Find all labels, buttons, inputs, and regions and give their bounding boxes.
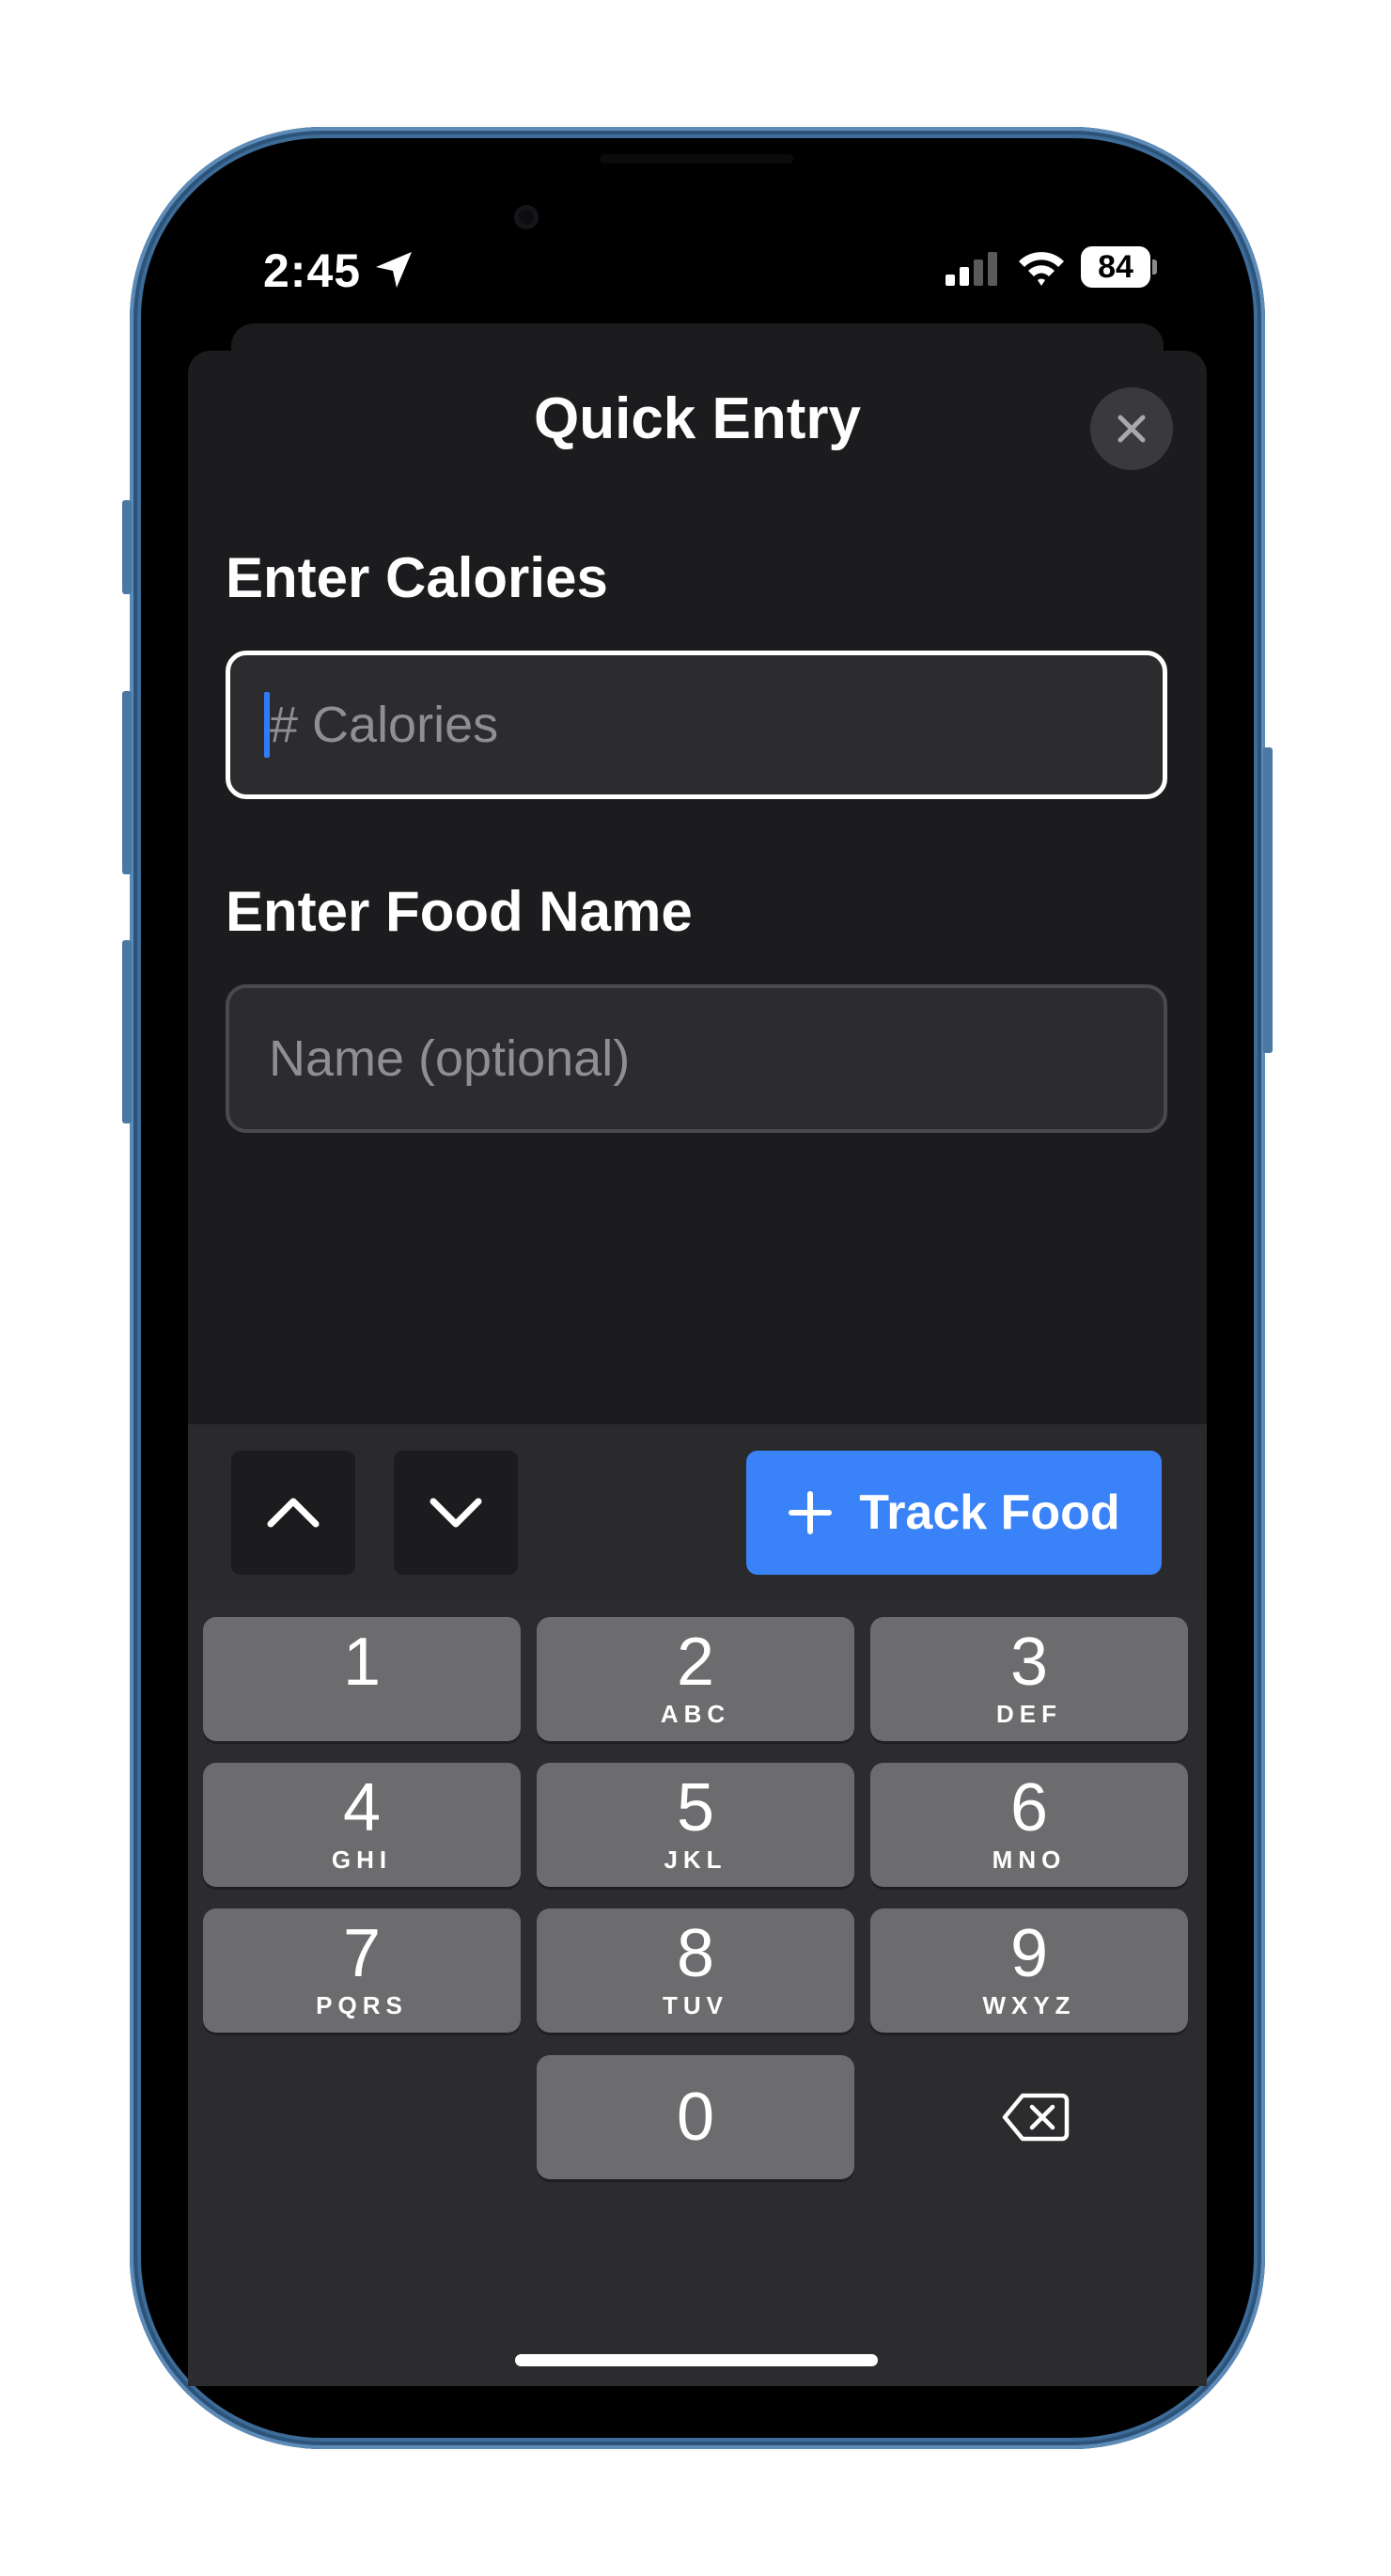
key-2[interactable]: 2 ABC: [537, 1617, 854, 1741]
key-digit: 7: [342, 1916, 382, 1991]
food-name-label: Enter Food Name: [226, 880, 693, 943]
track-food-label: Track Food: [859, 1485, 1120, 1540]
key-1[interactable]: 1: [203, 1617, 521, 1741]
chevron-up-icon: [265, 1494, 321, 1531]
home-indicator[interactable]: [515, 2354, 878, 2366]
key-digit: 9: [1009, 1916, 1049, 1991]
key-letters: MNO: [992, 1846, 1067, 1874]
action-button: [122, 500, 132, 594]
key-5[interactable]: 5 JKL: [537, 1763, 854, 1887]
key-digit: 3: [1009, 1625, 1049, 1700]
volume-up-button: [122, 691, 132, 874]
key-3[interactable]: 3 DEF: [870, 1617, 1188, 1741]
key-letters: JKL: [664, 1846, 727, 1874]
cellular-signal-icon: [946, 250, 1002, 288]
key-digit: 1: [342, 1625, 382, 1700]
key-digit: 5: [676, 1770, 715, 1846]
key-6[interactable]: 6 MNO: [870, 1763, 1188, 1887]
next-field-button[interactable]: [394, 1451, 518, 1575]
key-letters: GHI: [331, 1846, 393, 1874]
key-letters: PQRS: [316, 1991, 408, 2019]
power-button: [1263, 747, 1273, 1053]
key-digit: 0: [676, 2080, 715, 2155]
key-7[interactable]: 7 PQRS: [203, 1908, 521, 2033]
wifi-icon: [1015, 246, 1068, 290]
delete-key[interactable]: [961, 2055, 1111, 2179]
key-digit: 4: [342, 1770, 382, 1846]
chevron-down-icon: [428, 1494, 484, 1531]
front-camera: [514, 205, 539, 229]
close-icon: [1113, 410, 1150, 448]
text-cursor: [264, 692, 270, 758]
sheet-title: Quick Entry: [534, 386, 861, 451]
key-4[interactable]: 4 GHI: [203, 1763, 521, 1887]
key-digit: 2: [676, 1625, 715, 1700]
key-digit: 8: [676, 1916, 715, 1991]
previous-field-button[interactable]: [231, 1451, 355, 1575]
key-digit: 6: [1009, 1770, 1049, 1846]
key-letters: WXYZ: [982, 1991, 1076, 2019]
key-letters: ABC: [660, 1700, 731, 1728]
calories-label: Enter Calories: [226, 546, 608, 609]
calories-field[interactable]: [226, 651, 1167, 799]
food-name-field[interactable]: [226, 984, 1167, 1133]
close-button[interactable]: [1090, 387, 1173, 470]
battery-tip: [1152, 259, 1157, 275]
earpiece-speaker: [600, 154, 793, 164]
volume-down-button: [122, 940, 132, 1123]
track-food-button[interactable]: Track Food: [746, 1451, 1162, 1575]
key-9[interactable]: 9 WXYZ: [870, 1908, 1188, 2033]
plus-icon: [788, 1490, 833, 1535]
calories-input[interactable]: [230, 655, 1163, 794]
key-8[interactable]: 8 TUV: [537, 1908, 854, 2033]
key-letters: TUV: [663, 1991, 728, 2019]
battery-indicator: 84: [1081, 246, 1150, 288]
key-0[interactable]: 0: [537, 2055, 854, 2179]
status-time: 2:45: [263, 244, 362, 297]
location-arrow-icon: [372, 248, 415, 291]
food-name-input[interactable]: [229, 988, 1164, 1129]
key-letters: DEF: [996, 1700, 1062, 1728]
backspace-icon: [1002, 2092, 1070, 2143]
